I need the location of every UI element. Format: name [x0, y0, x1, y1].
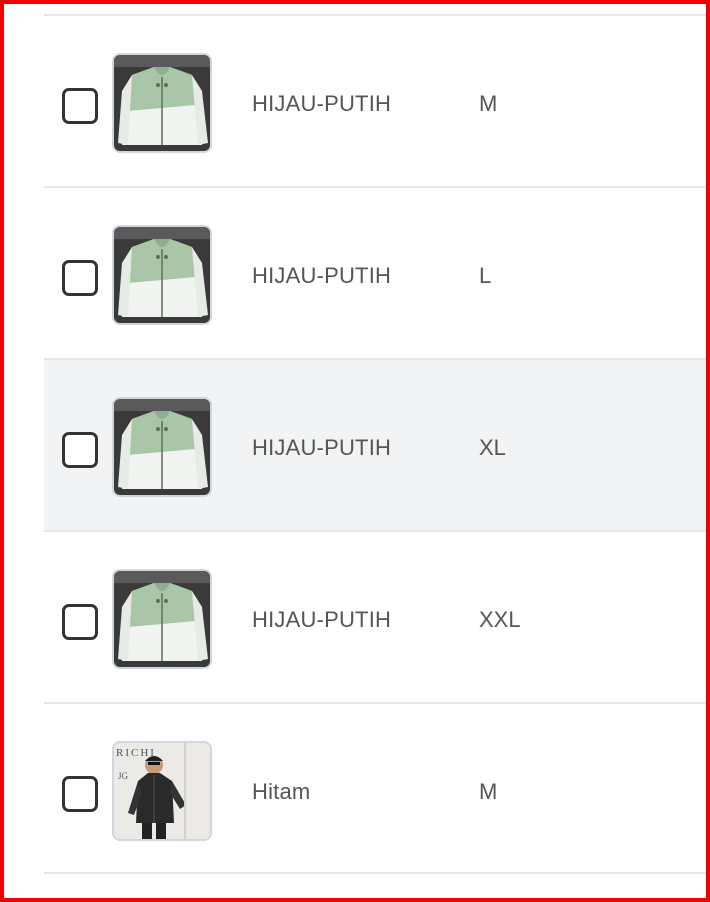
product-thumbnail: [112, 397, 212, 497]
table-row[interactable]: HIJAU-PUTIH L: [44, 186, 706, 358]
variant-size: M: [479, 779, 498, 804]
product-thumbnail: RICHI JG: [112, 741, 212, 841]
row-checkbox[interactable]: [62, 260, 98, 296]
table-row[interactable]: HIJAU-PUTIH M: [44, 14, 706, 186]
screenshot-frame: HIJAU-PUTIH M HIJAU-PUTIH L HIJAU-PUTIH …: [0, 0, 710, 902]
row-checkbox[interactable]: [62, 432, 98, 468]
green-white-jacket-icon: [114, 399, 210, 495]
variant-size: L: [479, 263, 492, 288]
variant-color: Hitam: [252, 779, 311, 804]
black-jacket-model-icon: RICHI JG: [114, 743, 210, 839]
table-row[interactable]: HIJAU-PUTIH XXL: [44, 530, 706, 702]
variant-size: M: [479, 91, 498, 116]
row-checkbox[interactable]: [62, 604, 98, 640]
variant-color: HIJAU-PUTIH: [252, 607, 392, 632]
green-white-jacket-icon: [114, 227, 210, 323]
table-row[interactable]: HIJAU-PUTIH XL: [44, 358, 706, 530]
variant-color: HIJAU-PUTIH: [252, 91, 392, 116]
green-white-jacket-icon: [114, 55, 210, 151]
variant-table: HIJAU-PUTIH M HIJAU-PUTIH L HIJAU-PUTIH …: [44, 14, 706, 874]
green-white-jacket-icon: [114, 571, 210, 667]
thumbnail-sign-text: JG: [118, 771, 129, 781]
variant-size: XXL: [479, 607, 521, 632]
product-thumbnail: [112, 569, 212, 669]
variant-color: HIJAU-PUTIH: [252, 435, 392, 460]
row-checkbox[interactable]: [62, 88, 98, 124]
variant-size: XL: [479, 435, 506, 460]
product-thumbnail: [112, 53, 212, 153]
variant-color: HIJAU-PUTIH: [252, 263, 392, 288]
product-thumbnail: [112, 225, 212, 325]
row-checkbox[interactable]: [62, 776, 98, 812]
table-row[interactable]: RICHI JG Hitam M: [44, 702, 706, 874]
